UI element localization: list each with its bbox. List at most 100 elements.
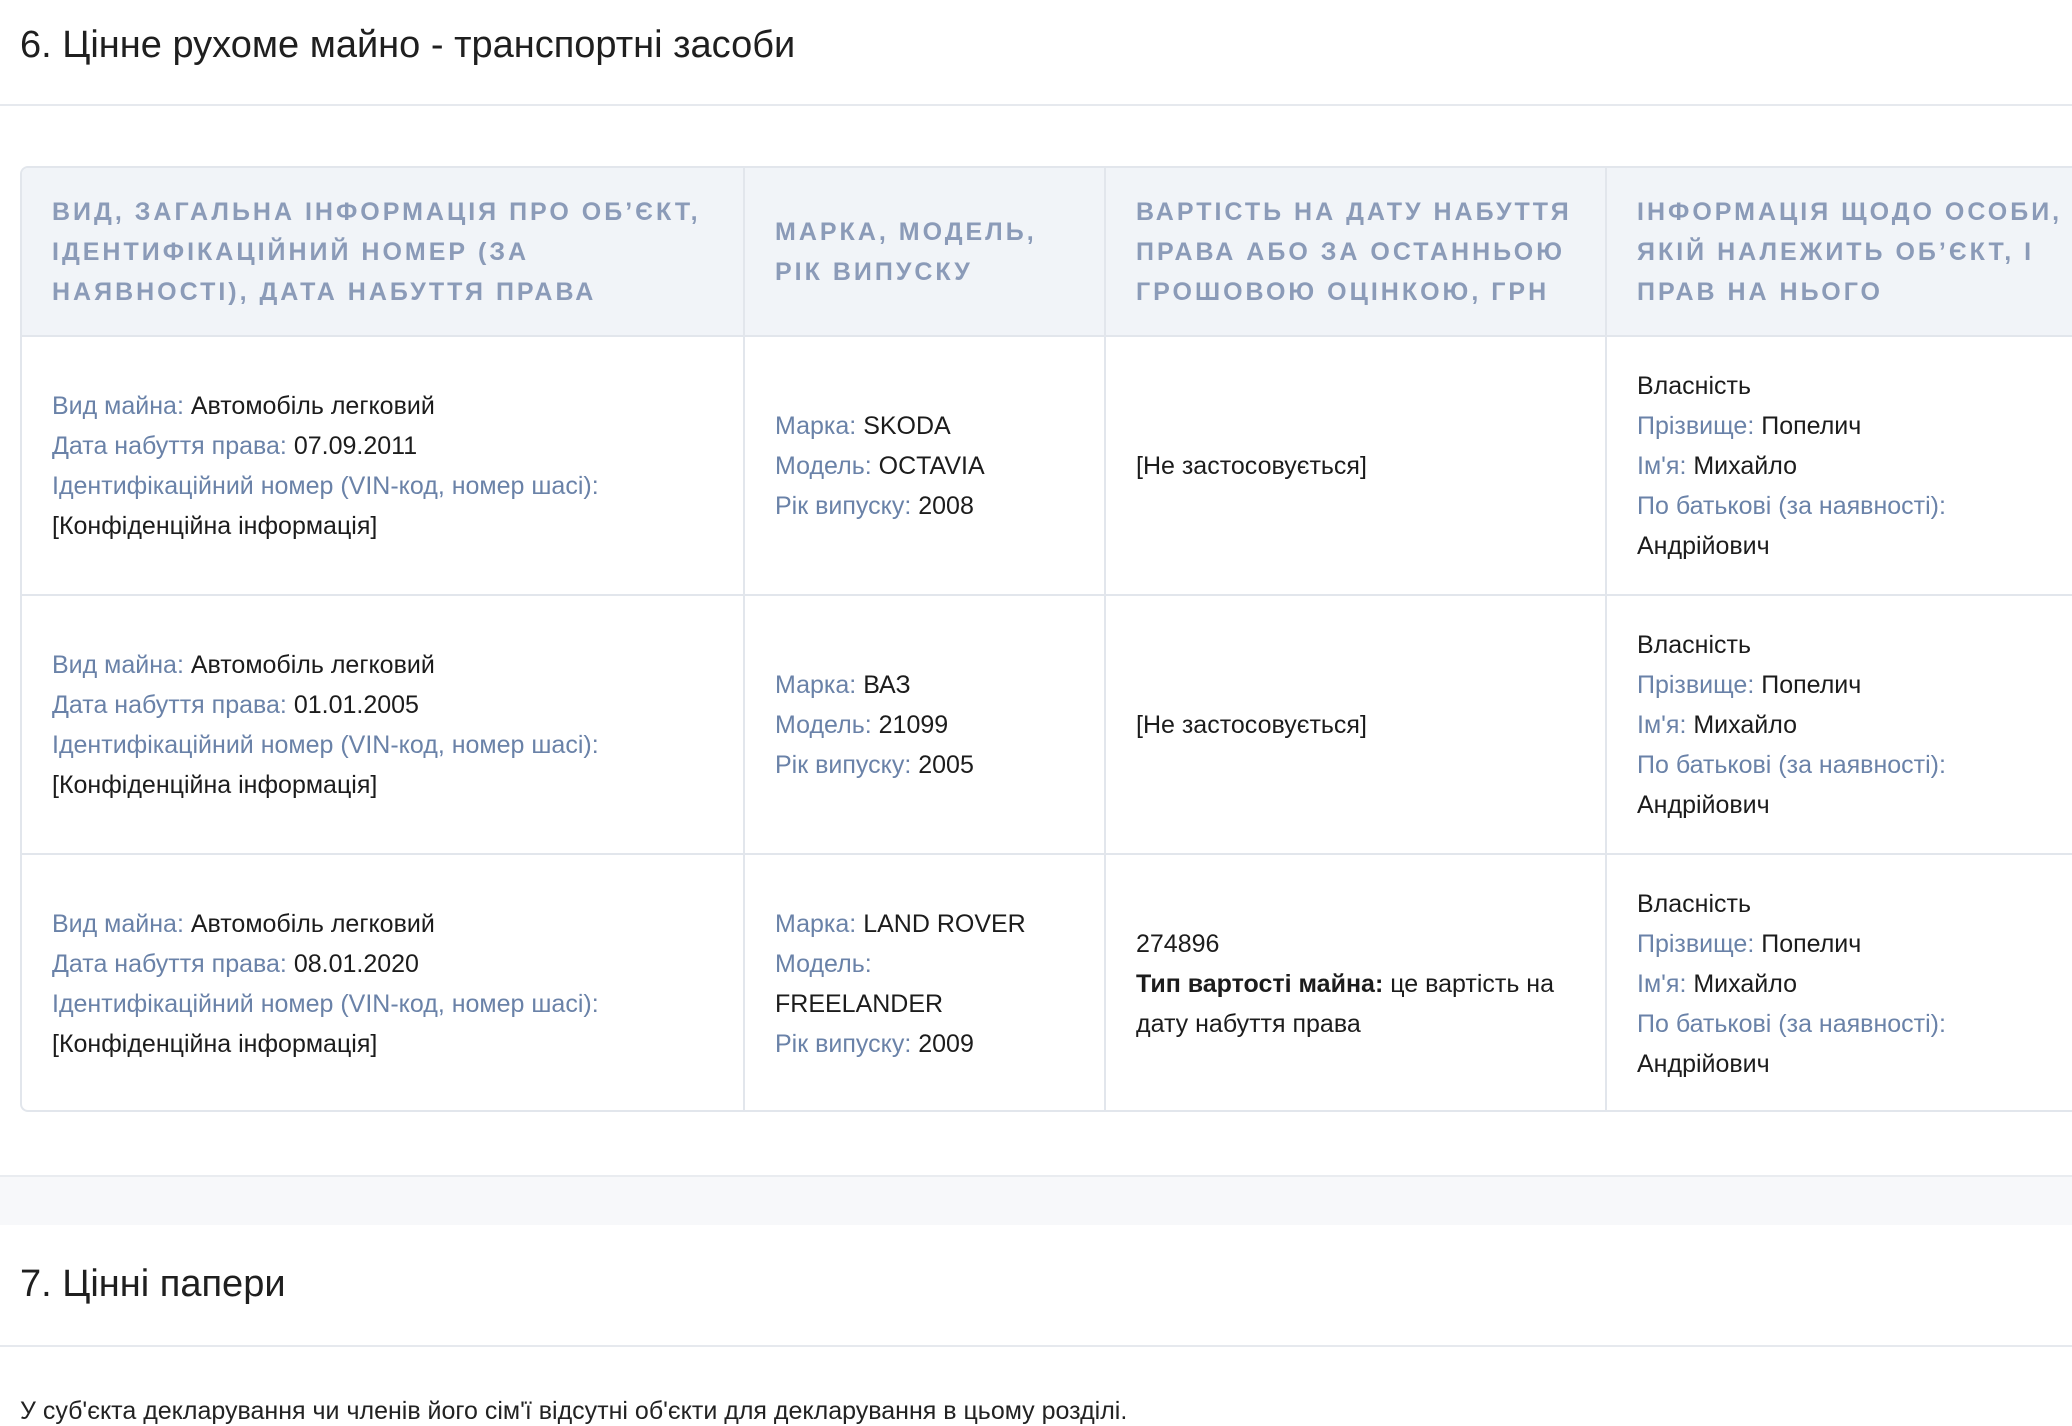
brand-line: Марка: ВАЗ: [775, 665, 1080, 705]
acquisition-date-label: Дата набуття права:: [52, 431, 287, 460]
surname-label: Прізвище:: [1637, 411, 1755, 440]
first-name-label: Ім'я:: [1637, 451, 1687, 480]
acquisition-date-value: 07.09.2011: [293, 431, 418, 460]
first-name-line: Ім'я: Михайло: [1637, 964, 2068, 1004]
section-7-title: 7. Цінні папери: [20, 1263, 286, 1305]
vin-value: [Конфіденційна інформація]: [52, 511, 378, 540]
property-type-label: Вид майна:: [52, 910, 184, 938]
value-cell: [Не застосовується]: [1105, 595, 1607, 855]
acquisition-date-value: 01.01.2005: [293, 690, 419, 719]
vin-label: Ідентифікаційний номер (VIN-код, номер ш…: [52, 471, 599, 500]
property-type-value: Автомобіль легковий: [190, 910, 435, 938]
brand-line: Марка: LAND ROVER: [775, 904, 1080, 944]
brand-value: SKODA: [863, 411, 951, 440]
object-info-cell: Вид майна: Автомобіль легковий Дата набу…: [22, 595, 745, 855]
acquisition-date-line: Дата набуття права: 08.01.2020: [52, 944, 719, 984]
object-info-cell: Вид майна: Автомобіль легковий Дата набу…: [22, 854, 745, 1110]
year-line: Рік випуску: 2009: [775, 1024, 1080, 1064]
year-line: Рік випуску: 2008: [775, 486, 1080, 526]
value-cell: 274896 Тип вартості майна: це вартість н…: [1105, 854, 1607, 1110]
column-header-brand-model: Марка, модель, рік випуску: [744, 168, 1106, 337]
model-label: Модель:: [775, 950, 872, 978]
value-amount: [Не застосовується]: [1136, 710, 1367, 739]
table-row: Вид майна: Автомобіль легковий Дата набу…: [22, 854, 2072, 1110]
first-name-label: Ім'я:: [1637, 710, 1687, 739]
year-line: Рік випуску: 2005: [775, 745, 1080, 785]
vin-value: [Конфіденційна інформація]: [52, 770, 378, 799]
brand-label: Марка:: [775, 910, 857, 938]
patronymic-label: По батькові (за наявності):: [1637, 491, 1946, 520]
patronymic-label: По батькові (за наявності):: [1637, 1010, 1946, 1038]
ownership-right: Власність: [1637, 630, 1752, 659]
surname-value: Попелич: [1761, 930, 1862, 958]
surname-line: Прізвище: Попелич: [1637, 924, 2068, 964]
brand-label: Марка:: [775, 670, 857, 699]
property-type-line: Вид майна: Автомобіль легковий: [52, 386, 719, 426]
model-line: Модель: OCTAVIA: [775, 446, 1080, 486]
owner-info-cell: Власність Прізвище: Попелич Ім'я: Михайл…: [1606, 595, 2072, 855]
vin-label: Ідентифікаційний номер (VIN-код, номер ш…: [52, 730, 599, 759]
patronymic-value: Андрійович: [1637, 1050, 1770, 1078]
year-label: Рік випуску:: [775, 1030, 912, 1058]
acquisition-date-label: Дата набуття права:: [52, 690, 287, 719]
acquisition-date-label: Дата набуття права:: [52, 950, 287, 978]
first-name-line: Ім'я: Михайло: [1637, 705, 2068, 745]
property-type-value: Автомобіль легковий: [190, 650, 435, 679]
vin-label: Ідентифікаційний номер (VIN-код, номер ш…: [52, 990, 599, 1018]
value-type-line: Тип вартості майна: це вартість на дату …: [1136, 964, 1581, 1044]
value-type-label: Тип вартості майна:: [1136, 970, 1384, 998]
first-name-line: Ім'я: Михайло: [1637, 446, 2068, 486]
section-separator: [0, 1175, 2072, 1227]
patronymic-label: По батькові (за наявності):: [1637, 750, 1946, 779]
vehicles-table-container: Вид, загальна інформація про об’єкт, іде…: [20, 166, 2072, 1112]
table-row: Вид майна: Автомобіль легковий Дата набу…: [22, 336, 2072, 596]
year-label: Рік випуску:: [775, 491, 912, 520]
brand-line: Марка: SKODA: [775, 406, 1080, 446]
value-amount: 274896: [1136, 930, 1220, 958]
value-amount: [Не застосовується]: [1136, 451, 1367, 480]
column-header-object-info: Вид, загальна інформація про об’єкт, іде…: [22, 168, 745, 337]
property-type-label: Вид майна:: [52, 391, 184, 420]
year-value: 2008: [918, 491, 974, 520]
property-type-line: Вид майна: Автомобіль легковий: [52, 904, 719, 944]
property-type-value: Автомобіль легковий: [190, 391, 435, 420]
model-line: Модель: 21099: [775, 705, 1080, 745]
column-header-owner-info: Інформація щодо особи, якій належить об’…: [1606, 168, 2072, 337]
brand-label: Марка:: [775, 411, 857, 440]
brand-model-cell: Марка: LAND ROVER Модель: FREELANDER Рік…: [744, 854, 1106, 1110]
acquisition-date-line: Дата набуття права: 07.09.2011: [52, 426, 719, 466]
ownership-right: Власність: [1637, 371, 1752, 400]
first-name-value: Михайло: [1693, 710, 1797, 739]
first-name-value: Михайло: [1693, 970, 1797, 998]
vin-value: [Конфіденційна інформація]: [52, 1030, 378, 1058]
model-value: FREELANDER: [775, 990, 944, 1018]
surname-label: Прізвище:: [1637, 930, 1755, 958]
table-row: Вид майна: Автомобіль легковий Дата набу…: [22, 595, 2072, 855]
first-name-label: Ім'я:: [1637, 970, 1687, 998]
section-6-title: 6. Цінне рухоме майно - транспортні засо…: [20, 24, 796, 66]
acquisition-date-line: Дата набуття права: 01.01.2005: [52, 685, 719, 725]
patronymic-value: Андрійович: [1637, 790, 1770, 819]
patronymic-value: Андрійович: [1637, 531, 1770, 560]
owner-info-cell: Власність Прізвище: Попелич Ім'я: Михайл…: [1606, 854, 2072, 1110]
first-name-value: Михайло: [1693, 451, 1797, 480]
surname-value: Попелич: [1761, 411, 1862, 440]
property-type-label: Вид майна:: [52, 650, 184, 679]
brand-value: ВАЗ: [863, 670, 911, 699]
model-label: Модель:: [775, 710, 872, 739]
surname-line: Прізвище: Попелич: [1637, 665, 2068, 705]
surname-line: Прізвище: Попелич: [1637, 406, 2068, 446]
section-6-header: 6. Цінне рухоме майно - транспортні засо…: [0, 0, 2072, 106]
vehicles-table: Вид, загальна інформація про об’єкт, іде…: [22, 168, 2072, 1110]
surname-value: Попелич: [1761, 670, 1862, 699]
section-7-header: 7. Цінні папери: [0, 1225, 2072, 1347]
brand-model-cell: Марка: ВАЗ Модель: 21099 Рік випуску: 20…: [744, 595, 1106, 855]
brand-model-cell: Марка: SKODA Модель: OCTAVIA Рік випуску…: [744, 336, 1106, 596]
year-value: 2009: [918, 1030, 974, 1058]
property-type-line: Вид майна: Автомобіль легковий: [52, 645, 719, 685]
year-value: 2005: [918, 750, 974, 779]
section-7-empty-note: У суб'єкта декларування чи членів його с…: [20, 1397, 1128, 1425]
model-label: Модель:: [775, 451, 872, 480]
ownership-right: Власність: [1637, 890, 1752, 918]
object-info-cell: Вид майна: Автомобіль легковий Дата набу…: [22, 336, 745, 596]
